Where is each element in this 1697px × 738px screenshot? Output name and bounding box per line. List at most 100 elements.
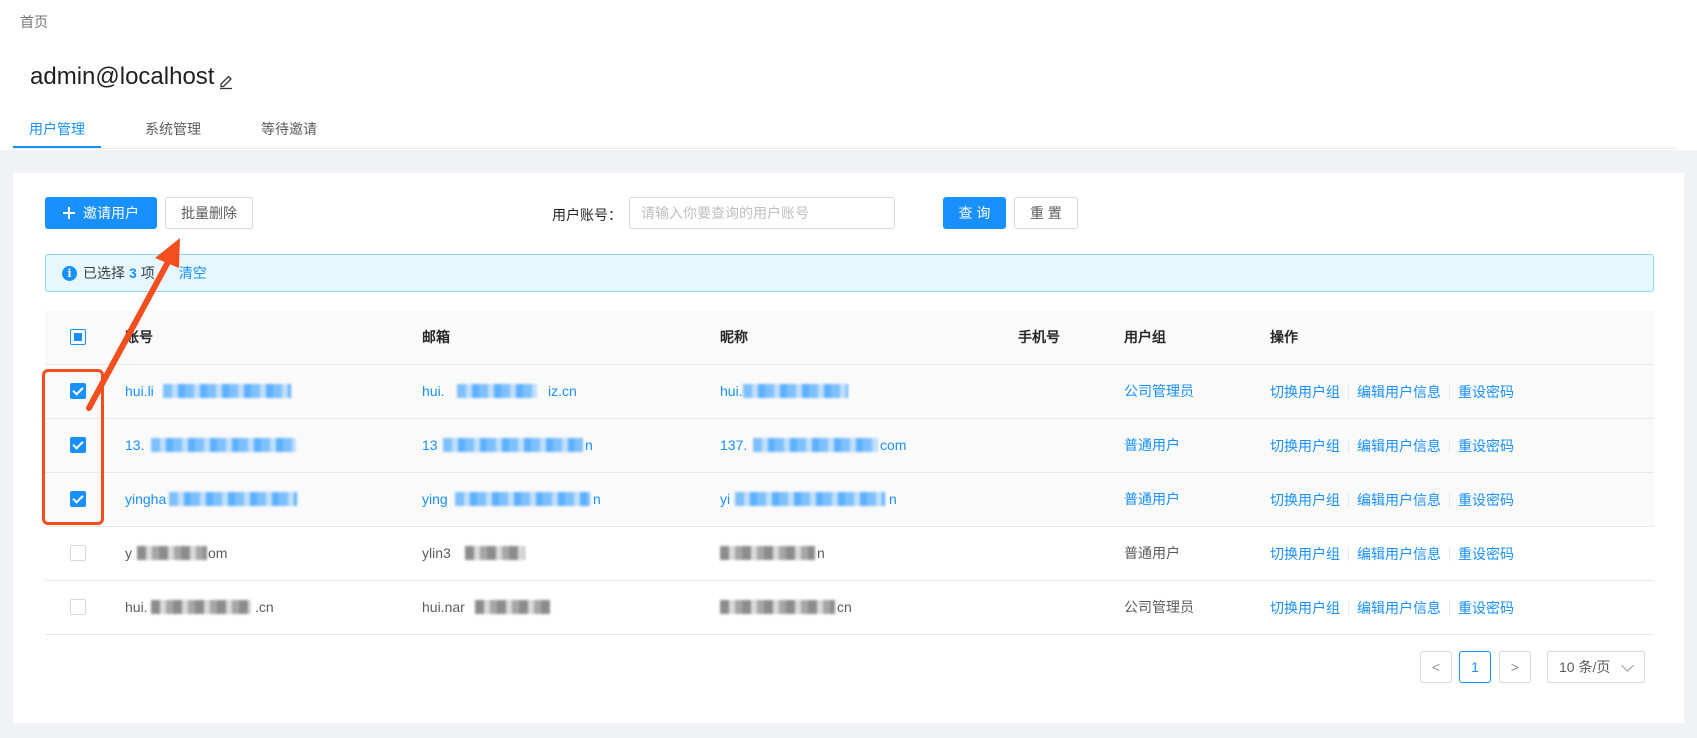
account-cell: y: [125, 545, 132, 561]
nickname-cell[interactable]: hui.: [720, 365, 743, 418]
tab-user-management[interactable]: 用户管理: [13, 110, 101, 148]
email-cell-end[interactable]: n: [593, 473, 601, 526]
tab-system-management[interactable]: 系统管理: [129, 110, 217, 148]
email-cell-end[interactable]: iz.cn: [548, 365, 577, 418]
row-checkbox[interactable]: [70, 437, 86, 453]
reset-password-link[interactable]: 重设密码: [1458, 382, 1514, 402]
reset-button[interactable]: 重 置: [1014, 197, 1078, 229]
redacted-email: [475, 600, 550, 614]
selection-alert: i 已选择 3 项 清空: [45, 254, 1654, 292]
column-header-email: 邮箱: [422, 329, 450, 345]
table-row[interactable]: 13. 13 n 137. com 普通用户 切换用户组 编辑用户信息 重设密码: [45, 419, 1654, 473]
redacted-nickname: [753, 438, 878, 452]
action-divider: [1348, 492, 1349, 507]
page-title: admin@localhost: [30, 63, 234, 91]
selection-count: 3: [129, 265, 137, 281]
account-cell[interactable]: yingha: [125, 473, 166, 526]
table-row[interactable]: yingha ying n yi n 普通用户 切换用户组 编辑用户信息 重设密…: [45, 473, 1654, 527]
edit-user-link[interactable]: 编辑用户信息: [1357, 436, 1441, 456]
redacted-email: [457, 384, 537, 398]
selection-prefix: 已选择: [83, 265, 125, 281]
tab-pending-invites[interactable]: 等待邀请: [245, 110, 333, 148]
batch-delete-button[interactable]: 批量删除: [165, 197, 253, 229]
reset-password-link[interactable]: 重设密码: [1458, 490, 1514, 510]
table-row[interactable]: hui. .cn hui.nar cn 公司管理员 切换用户组 编辑用户信息 重…: [45, 581, 1654, 635]
switch-group-link[interactable]: 切换用户组: [1270, 490, 1340, 510]
table-row[interactable]: y om ylin3 n 普通用户 切换用户组 编辑用户信息 重设密码: [45, 527, 1654, 581]
account-cell[interactable]: hui.li: [125, 365, 154, 418]
action-divider: [1348, 600, 1349, 615]
group-cell[interactable]: 普通用户: [1124, 419, 1180, 472]
redacted-account: [151, 438, 296, 452]
next-page-button[interactable]: >: [1499, 651, 1531, 683]
reset-password-link[interactable]: 重设密码: [1458, 436, 1514, 456]
redacted-email: [443, 438, 583, 452]
column-header-nickname: 昵称: [720, 329, 748, 345]
group-cell[interactable]: 普通用户: [1124, 473, 1180, 526]
action-divider: [1449, 492, 1450, 507]
email-cell-start[interactable]: hui.: [422, 365, 445, 418]
action-divider: [1348, 546, 1349, 561]
info-icon: i: [62, 265, 77, 281]
edit-user-link[interactable]: 编辑用户信息: [1357, 382, 1441, 402]
page-size-select[interactable]: 10 条/页: [1547, 651, 1645, 683]
nickname-cell-end[interactable]: n: [889, 473, 897, 526]
prev-page-button[interactable]: <: [1420, 651, 1452, 683]
column-header-group: 用户组: [1124, 329, 1166, 345]
group-cell: 普通用户: [1124, 545, 1180, 561]
edit-icon[interactable]: [218, 69, 234, 90]
switch-group-link[interactable]: 切换用户组: [1270, 382, 1340, 402]
nickname-cell[interactable]: yi: [720, 473, 730, 526]
redacted-account: [163, 384, 291, 398]
group-cell[interactable]: 公司管理员: [1124, 365, 1194, 418]
row-checkbox[interactable]: [70, 545, 86, 561]
account-field-label: 用户账号：: [552, 207, 622, 223]
email-cell-start: ylin3: [422, 545, 451, 561]
users-table: 账号 邮箱 昵称 手机号 用户组 操作 hui.li hui. iz.cn hu…: [45, 310, 1654, 635]
breadcrumb[interactable]: 首页: [20, 12, 48, 32]
query-button[interactable]: 查 询: [943, 197, 1006, 229]
action-divider: [1449, 600, 1450, 615]
redacted-account: [169, 492, 297, 506]
page-title-text: admin@localhost: [30, 63, 215, 90]
switch-group-link[interactable]: 切换用户组: [1270, 436, 1340, 456]
page-1-button[interactable]: 1: [1459, 651, 1491, 683]
reset-password-link[interactable]: 重设密码: [1458, 598, 1514, 618]
clear-selection-link[interactable]: 清空: [179, 263, 207, 283]
nickname-cell-end[interactable]: com: [880, 419, 906, 472]
edit-user-link[interactable]: 编辑用户信息: [1357, 598, 1441, 618]
action-divider: [1348, 384, 1349, 399]
row-checkbox[interactable]: [70, 599, 86, 615]
invite-user-label: 邀请用户: [83, 205, 139, 221]
page-size-value: 10 条/页: [1559, 659, 1611, 675]
active-tab-indicator: [13, 146, 101, 148]
plus-icon: [63, 207, 75, 219]
account-search-input[interactable]: [629, 197, 895, 229]
switch-group-link[interactable]: 切换用户组: [1270, 544, 1340, 564]
edit-user-link[interactable]: 编辑用户信息: [1357, 490, 1441, 510]
email-cell-start[interactable]: ying: [422, 473, 448, 526]
invite-user-button[interactable]: 邀请用户: [45, 197, 157, 229]
edit-user-link[interactable]: 编辑用户信息: [1357, 544, 1441, 564]
redacted-nickname: [735, 492, 885, 506]
action-divider: [1449, 384, 1450, 399]
row-checkbox[interactable]: [70, 383, 86, 399]
tab-bar: 用户管理 系统管理 等待邀请: [13, 110, 1677, 149]
email-cell-end[interactable]: n: [585, 419, 593, 472]
nickname-cell[interactable]: 137.: [720, 419, 747, 472]
reset-password-link[interactable]: 重设密码: [1458, 544, 1514, 564]
account-cell[interactable]: 13.: [125, 419, 144, 472]
account-cell: hui.: [125, 599, 148, 615]
page-header: 首页 admin@localhost 用户管理 系统管理 等待邀请: [0, 0, 1697, 150]
email-cell-start[interactable]: 13: [422, 419, 438, 472]
redacted-account: [137, 546, 207, 560]
nickname-cell-end: n: [817, 545, 825, 561]
row-checkbox[interactable]: [70, 491, 86, 507]
column-header-account: 账号: [125, 329, 153, 345]
table-row[interactable]: hui.li hui. iz.cn hui. 公司管理员 切换用户组 编辑用户信…: [45, 365, 1654, 419]
select-all-checkbox[interactable]: [70, 329, 86, 345]
switch-group-link[interactable]: 切换用户组: [1270, 598, 1340, 618]
action-divider: [1449, 546, 1450, 561]
account-cell-end: om: [208, 545, 228, 561]
redacted-email: [455, 492, 590, 506]
